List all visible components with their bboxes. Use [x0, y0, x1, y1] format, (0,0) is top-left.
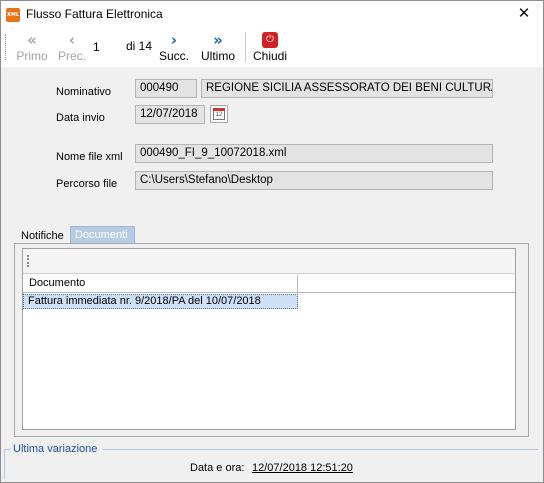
window-title: Flusso Fattura Elettronica — [26, 7, 163, 21]
documents-grid: Documento Fattura immediata nr. 9/2018/P… — [22, 248, 516, 430]
column-header-documento[interactable]: Documento — [23, 275, 298, 293]
tab-documenti[interactable]: Documenti — [70, 226, 135, 244]
title-bar: XML Flusso Fattura Elettronica ✕ — [1, 1, 543, 29]
first-record-button[interactable]: « Primo — [13, 31, 51, 65]
toolbar-separator — [245, 32, 246, 62]
navigation-toolbar: « Primo ‹ Prec. di 14 › Succ. » Ultimo ⏻… — [1, 29, 543, 67]
close-button[interactable]: ⏻ Chiudi — [250, 31, 290, 65]
first-record-label: Primo — [16, 49, 48, 63]
grid-toolbar-grip[interactable] — [27, 255, 29, 267]
window-close-button[interactable]: ✕ — [513, 4, 535, 24]
toolbar-grip[interactable] — [5, 34, 8, 60]
ultima-variazione-legend: Ultima variazione — [13, 443, 98, 455]
chevron-left-icon: ‹ — [68, 31, 76, 49]
column-header-empty[interactable] — [298, 275, 515, 293]
prev-record-label: Prec. — [57, 49, 86, 63]
chevron-right-icon: › — [170, 31, 178, 49]
nominativo-label: Nominativo — [56, 86, 112, 98]
data-invio-field[interactable]: 12/07/2018 — [135, 105, 205, 124]
chevrons-left-icon: « — [27, 31, 37, 49]
nome-file-field[interactable]: 000490_FI_9_10072018.xml — [135, 144, 493, 163]
power-icon: ⏻ — [262, 32, 278, 48]
fieldset-border-side — [4, 449, 5, 479]
current-record-input[interactable] — [93, 38, 121, 56]
next-record-button[interactable]: › Succ. — [157, 31, 191, 65]
calendar-day: 12 — [213, 111, 225, 120]
nominativo-name-field[interactable]: REGIONE SICILIA ASSESSORATO DEI BENI CUL… — [201, 79, 493, 98]
percorso-label: Percorso file — [56, 178, 118, 190]
grid-header: Documento — [23, 275, 515, 293]
grid-toolbar — [23, 249, 515, 274]
datetime-label: Data e ora: — [190, 462, 245, 474]
last-record-label: Ultimo — [200, 49, 235, 63]
chevrons-right-icon: » — [213, 31, 223, 49]
percorso-field[interactable]: C:\Users\Stefano\Desktop — [135, 171, 493, 190]
nominativo-code-field[interactable]: 000490 — [135, 79, 197, 98]
close-label: Chiudi — [252, 49, 288, 63]
datetime-value: 12/07/2018 12:51:20 — [252, 462, 353, 474]
prev-record-button[interactable]: ‹ Prec. — [55, 31, 89, 65]
calendar-button[interactable]: 12 — [210, 105, 228, 123]
xml-app-icon: XML — [6, 8, 20, 22]
next-record-label: Succ. — [158, 49, 189, 63]
nome-file-label: Nome file xml — [56, 151, 123, 163]
record-count-label: di 14 — [126, 39, 153, 53]
fieldset-border — [102, 449, 538, 450]
data-invio-label: Data invio — [56, 112, 105, 124]
last-record-button[interactable]: » Ultimo — [197, 31, 239, 65]
app-window: XML Flusso Fattura Elettronica ✕ « Primo… — [0, 0, 544, 483]
table-row[interactable]: Fattura immediata nr. 9/2018/PA del 10/0… — [23, 294, 298, 309]
